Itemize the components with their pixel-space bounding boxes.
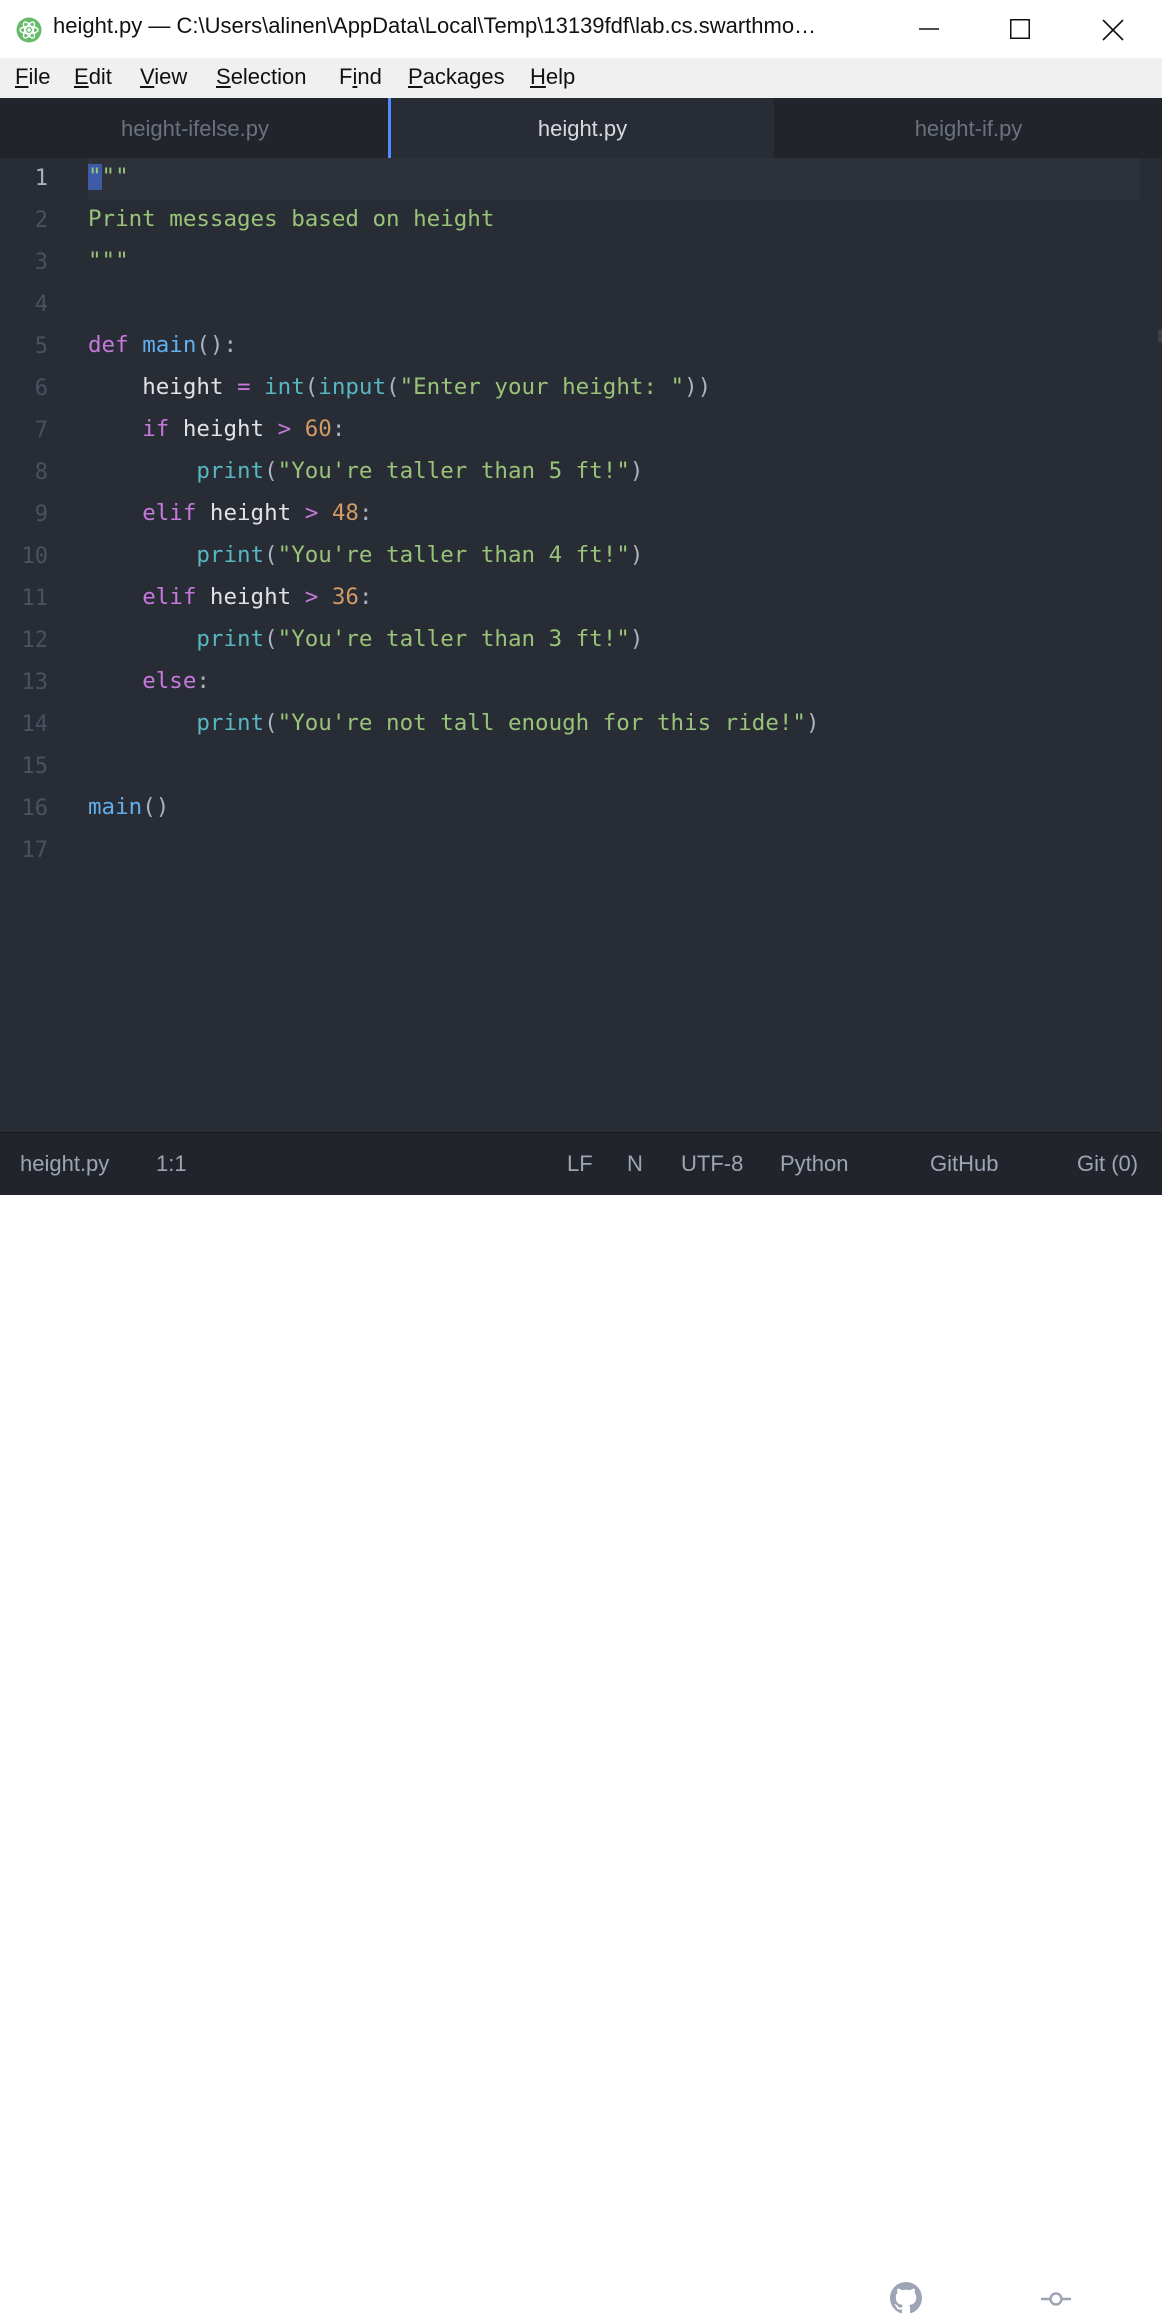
title-bar: height.py — C:\Users\alinen\AppData\Loca… bbox=[0, 0, 1162, 58]
line-number: 8 bbox=[34, 460, 48, 485]
status-git[interactable]: Git (0) bbox=[1077, 1151, 1138, 1177]
status-line-ending[interactable]: LF bbox=[567, 1151, 593, 1177]
line-number: 6 bbox=[34, 376, 48, 401]
line-number: 1 bbox=[34, 166, 48, 191]
code-line: Print messages based on height bbox=[88, 206, 495, 232]
git-commit-icon bbox=[1041, 2292, 1071, 2306]
code-line: print("You're not tall enough for this r… bbox=[196, 710, 820, 736]
menu-view[interactable]: View bbox=[140, 64, 187, 90]
tab-height-ifelse[interactable]: height-ifelse.py bbox=[2, 98, 388, 158]
status-encoding[interactable]: UTF-8 bbox=[681, 1151, 743, 1177]
status-file-name[interactable]: height.py bbox=[20, 1151, 109, 1177]
line-number: 16 bbox=[21, 796, 49, 821]
line-number: 14 bbox=[21, 712, 49, 737]
status-indent[interactable]: N bbox=[627, 1151, 643, 1177]
code-line: elif height > 48: bbox=[142, 500, 373, 526]
line-number: 12 bbox=[21, 628, 49, 653]
code-line: """ bbox=[88, 164, 129, 190]
menu-find[interactable]: Find bbox=[339, 64, 382, 90]
line-number: 4 bbox=[34, 292, 48, 317]
scrollbar-marker[interactable] bbox=[1158, 330, 1162, 342]
menu-help[interactable]: Help bbox=[530, 64, 575, 90]
atom-icon bbox=[16, 17, 42, 43]
line-number: 15 bbox=[21, 754, 49, 779]
line-number: 3 bbox=[34, 250, 48, 275]
line-number: 10 bbox=[21, 544, 49, 569]
code-line: print("You're taller than 3 ft!") bbox=[196, 626, 644, 652]
line-number: 5 bbox=[34, 334, 48, 359]
cursor-line-highlight bbox=[88, 158, 1140, 200]
status-grammar[interactable]: Python bbox=[780, 1151, 849, 1177]
active-tab-indicator bbox=[388, 98, 391, 158]
line-number: 9 bbox=[34, 502, 48, 527]
minimize-icon bbox=[919, 28, 939, 30]
code-line: height = int(input("Enter your height: "… bbox=[142, 374, 712, 400]
close-button[interactable] bbox=[1066, 0, 1158, 58]
code-line: if height > 60: bbox=[142, 416, 346, 442]
code-line: print("You're taller than 5 ft!") bbox=[196, 458, 644, 484]
menu-file[interactable]: File bbox=[15, 64, 50, 90]
menu-bar: File Edit View Selection Find Packages H… bbox=[0, 58, 1162, 98]
maximize-button[interactable] bbox=[974, 0, 1066, 58]
close-icon bbox=[1102, 19, 1124, 41]
code-line: main() bbox=[88, 794, 170, 820]
maximize-icon bbox=[1010, 19, 1030, 39]
code-line: """ bbox=[88, 248, 129, 274]
menu-packages[interactable]: Packages bbox=[408, 64, 505, 90]
code-line: print("You're taller than 4 ft!") bbox=[196, 542, 644, 568]
code-line: def main(): bbox=[88, 332, 238, 358]
tab-height-if[interactable]: height-if.py bbox=[775, 98, 1162, 158]
status-cursor-position[interactable]: 1:1 bbox=[156, 1151, 187, 1177]
line-number: 13 bbox=[21, 670, 49, 695]
line-number: 11 bbox=[21, 586, 49, 611]
menu-selection[interactable]: Selection bbox=[216, 64, 307, 90]
github-icon bbox=[890, 2282, 922, 2314]
status-bar: height.py 1:1 LF N UTF-8 Python GitHub G… bbox=[0, 1132, 1162, 2314]
tab-bar: height-ifelse.py height.py height-if.py bbox=[0, 98, 1162, 158]
status-github[interactable]: GitHub bbox=[930, 1151, 998, 1177]
menu-edit[interactable]: Edit bbox=[74, 64, 112, 90]
line-number: 7 bbox=[34, 418, 48, 443]
window-title: height.py — C:\Users\alinen\AppData\Loca… bbox=[53, 13, 817, 38]
line-number: 17 bbox=[21, 838, 49, 863]
line-number: 2 bbox=[34, 208, 48, 233]
code-line: else: bbox=[142, 668, 210, 694]
minimize-button[interactable] bbox=[883, 0, 975, 58]
code-line: elif height > 36: bbox=[142, 584, 373, 610]
tab-height[interactable]: height.py bbox=[391, 98, 774, 158]
